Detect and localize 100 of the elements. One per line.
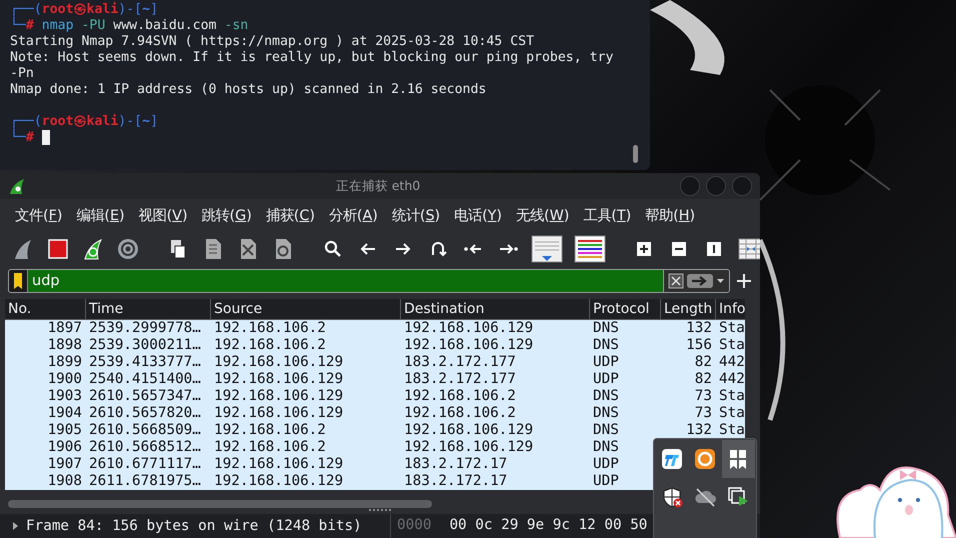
table-cell-text: 192.168.106.129 xyxy=(213,472,344,490)
table-cell-text: 192.168.106.129 xyxy=(213,456,344,473)
table-cell-text: 192.168.106.129 xyxy=(403,438,534,456)
column-header[interactable]: Protocol xyxy=(589,298,660,319)
column-header[interactable]: No. xyxy=(5,298,85,319)
scrollbar-thumb[interactable] xyxy=(633,145,638,163)
table-cell-text: 2539.4133777… xyxy=(88,354,202,371)
table-cell-text: 192.168.106.129 xyxy=(403,320,534,337)
table-cell-text: 2610.6771117… xyxy=(88,456,202,473)
expand-arrow-icon[interactable] xyxy=(10,521,20,532)
prompt-frame: └─ xyxy=(10,18,26,34)
table-cell-text: 156 xyxy=(685,336,713,354)
table-cell-text: 1907 xyxy=(46,456,83,473)
table-cell-text: 1903 xyxy=(46,388,83,405)
prompt-user: root㉿kali xyxy=(42,2,118,18)
terminal-output-line: Nmap done: 1 IP address (0 hosts up) scanned in 2.16 seconds xyxy=(10,82,486,98)
menu-item[interactable]: 工具(T) xyxy=(583,206,632,225)
table-cell-text: Sta xyxy=(718,388,745,405)
table-cell-text: Sta xyxy=(718,336,745,354)
table-cell-text: UDP xyxy=(592,472,620,490)
autoscroll-icon[interactable] xyxy=(530,234,564,264)
column-header[interactable]: Length xyxy=(660,298,715,319)
table-cell-text: Sta xyxy=(718,422,745,439)
table-cell-text: 192.168.106.2 xyxy=(213,422,327,439)
table-cell-text: 2610.5657347… xyxy=(88,388,202,405)
app-icon[interactable] xyxy=(694,448,716,470)
window-title: 正在捕获 eth0 xyxy=(334,178,422,195)
table-cell-text: 1900 xyxy=(46,370,83,388)
hex-offset: 0000 xyxy=(397,516,432,536)
table-cell-text: DNS xyxy=(592,336,620,354)
prompt-symbol: # xyxy=(26,18,34,34)
resize-columns-icon[interactable] xyxy=(736,236,760,262)
table-cell-text: 192.168.106.2 xyxy=(213,438,327,456)
column-header[interactable]: Destination xyxy=(400,298,589,319)
shield-icon[interactable] xyxy=(660,486,683,508)
prompt-frame: )-[ xyxy=(118,114,142,130)
column-header[interactable]: Info xyxy=(715,298,745,319)
command-argument-text: www.baidu.com xyxy=(113,18,216,34)
table-cell-text: DNS xyxy=(592,388,620,405)
table-cell-text: 1906 xyxy=(46,438,83,456)
caret-icon xyxy=(716,278,725,284)
table-cell-text: 82 xyxy=(694,354,713,371)
table-cell-text: 192.168.106.2 xyxy=(213,320,327,337)
table-cell-text: 132 xyxy=(685,320,713,337)
clear-icon xyxy=(668,272,684,289)
colorize-icon[interactable] xyxy=(573,234,607,264)
command-option-text: -sn xyxy=(224,18,248,34)
terminal-output-line: Note: Host seems down. If it is really up, but blocking our ping probes, try xyxy=(10,50,614,66)
add-filter-icon[interactable] xyxy=(736,272,752,289)
menu-item[interactable]: 文件(F) xyxy=(15,206,62,225)
menu-item[interactable]: 编辑(E) xyxy=(76,206,125,225)
prompt-frame: ┌──( xyxy=(10,2,42,18)
table-cell-text: 2610.5668509… xyxy=(88,422,202,439)
terminal-output-line: Starting Nmap 7.94SVN ( https://nmap.org ) at 2025-03-28 10:45 CST xyxy=(10,34,534,50)
table-cell-text: 192.168.106.129 xyxy=(403,422,534,439)
prompt-directory: ~ xyxy=(142,114,150,130)
display-filter-field[interactable]: udp xyxy=(8,268,730,293)
table-cell-text: DNS xyxy=(592,404,620,422)
table-cell-text: 1899 xyxy=(46,354,83,371)
menu-item[interactable]: 帮助(H) xyxy=(645,206,696,225)
menu-item[interactable]: 跳转(G) xyxy=(202,206,252,225)
windows-play-icon[interactable] xyxy=(727,486,750,508)
cloud-off-icon[interactable] xyxy=(694,486,716,508)
menu-item[interactable]: 电话(Y) xyxy=(454,206,502,225)
menu-item[interactable]: 捕获(C) xyxy=(266,206,315,225)
app-icon[interactable] xyxy=(660,448,683,470)
table-cell-text: 183.2.172.17 xyxy=(403,456,508,473)
prompt-frame: )-[ xyxy=(118,2,142,18)
menu-item[interactable]: 无线(W) xyxy=(516,206,570,225)
prompt-frame: ] xyxy=(150,114,158,130)
terminal-output-line: -Pn xyxy=(10,66,34,82)
table-cell-text: 73 xyxy=(694,404,713,422)
table-cell-text: 183.2.172.177 xyxy=(403,370,517,388)
menu-item[interactable]: 分析(A) xyxy=(328,206,378,225)
table-cell-text: UDP xyxy=(592,370,620,388)
table-cell-text: 183.2.172.17 xyxy=(403,472,508,490)
scrollbar-thumb[interactable] xyxy=(8,500,432,508)
table-cell-text: 82 xyxy=(694,370,713,388)
column-header[interactable]: Source xyxy=(210,298,400,319)
command-name: nmap xyxy=(42,18,74,34)
column-header[interactable]: Time xyxy=(85,298,210,319)
menu-item[interactable]: 视图(V) xyxy=(138,206,188,225)
hex-bytes: 00 0c 29 9e 9c 12 00 50 xyxy=(449,516,648,536)
table-cell-text: 1904 xyxy=(46,404,83,422)
table-cell-text: 192.168.106.129 xyxy=(403,336,534,354)
prompt-frame: └─ xyxy=(10,130,26,146)
table-cell-text: 192.168.106.129 xyxy=(213,388,344,405)
table-cell-text: 2539.3000211… xyxy=(88,336,202,354)
table-cell-text: Sta xyxy=(718,404,745,422)
menu-item[interactable]: 统计(S) xyxy=(392,206,440,225)
packet-detail-item[interactable]: Frame 84: 156 bytes on wire (1248 bits) xyxy=(26,515,362,538)
table-cell-text: 192.168.106.2 xyxy=(213,336,327,354)
table-cell-text: UDP xyxy=(592,354,620,371)
table-cell-text: 2540.4151400… xyxy=(88,370,202,388)
prompt-directory: ~ xyxy=(142,2,150,18)
table-cell-text: DNS xyxy=(592,320,620,337)
table-cell-text: Sta xyxy=(718,320,745,337)
table-cell-text: 192.168.106.129 xyxy=(213,370,344,388)
prompt-frame: ] xyxy=(150,2,158,18)
prompt-frame: ┌──( xyxy=(10,114,42,130)
